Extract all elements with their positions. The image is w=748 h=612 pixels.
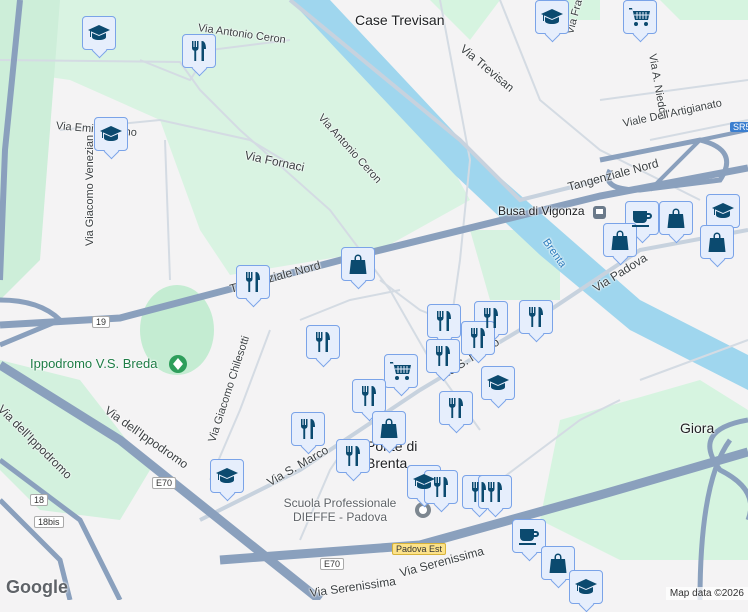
education-icon [99,122,123,146]
shopping-marker[interactable] [541,546,575,580]
restaurant-icon [429,475,453,499]
place-label: Case Trevisan [355,12,445,28]
restaurant-marker[interactable] [519,300,553,334]
road-shield: 18 [30,494,49,506]
google-logo: Google [6,577,68,597]
road-shield: E70 [320,558,345,570]
place-label: Busa di Vigonza [498,204,585,218]
street-label: Via Giacomo Venezian [84,134,96,246]
restaurant-marker[interactable] [426,339,460,373]
restaurant-icon [524,305,548,329]
shopping-icon [546,551,570,575]
restaurant-icon [444,396,468,420]
poi-label: Ippodromo V.S. Breda [30,356,158,371]
education-marker[interactable] [82,16,116,50]
cafe-marker[interactable] [512,519,546,553]
restaurant-icon [357,384,381,408]
restaurant-marker[interactable] [461,321,495,355]
restaurant-marker[interactable] [478,475,512,509]
restaurant-marker[interactable] [439,391,473,425]
restaurant-icon [311,330,335,354]
education-marker[interactable] [569,570,603,604]
education-icon [540,5,564,29]
restaurant-icon [187,39,211,63]
shopping-cart-icon [628,5,652,29]
education-icon [486,371,510,395]
shopping-cart-marker[interactable] [384,354,418,388]
restaurant-marker[interactable] [336,439,370,473]
shopping-marker[interactable] [659,201,693,235]
restaurant-icon [296,417,320,441]
restaurant-marker[interactable] [306,325,340,359]
shopping-icon [346,252,370,276]
shopping-icon [705,230,729,254]
education-marker[interactable] [210,459,244,493]
shopping-marker[interactable] [603,223,637,257]
restaurant-icon [483,480,507,504]
restaurant-icon [241,270,265,294]
shopping-marker[interactable] [372,411,406,445]
shopping-icon [608,228,632,252]
place-label: Giora [680,420,715,436]
education-icon [574,575,598,599]
road-shield: E70 [152,477,177,489]
restaurant-icon [341,444,365,468]
ippodromo-pin[interactable] [169,355,187,373]
restaurant-marker[interactable] [182,34,216,68]
restaurant-marker[interactable] [236,265,270,299]
shopping-icon [664,206,688,230]
restaurant-icon [432,309,456,333]
education-marker[interactable] [535,0,569,34]
shopping-cart-icon [389,359,413,383]
cafe-icon [517,524,541,548]
education-marker[interactable] [706,194,740,228]
station-icon [593,206,606,219]
exit-label: Padova Est [392,543,447,555]
education-marker[interactable] [481,366,515,400]
restaurant-marker[interactable] [291,412,325,446]
map-attribution[interactable]: Map data ©2026 [665,587,748,600]
shopping-marker[interactable] [341,247,375,281]
cafe-icon [630,206,654,230]
education-icon [711,199,735,223]
education-icon [215,464,239,488]
restaurant-marker[interactable] [427,304,461,338]
education-icon [87,21,111,45]
shopping-icon [377,416,401,440]
road-shield: SR5 [730,122,748,132]
shopping-marker[interactable] [700,225,734,259]
shopping-cart-marker[interactable] [623,0,657,34]
restaurant-marker[interactable] [424,470,458,504]
road-shield: 18bis [34,516,64,528]
poi-label: Scuola Professionale DIEFFE - Padova [283,496,397,524]
road-shield: 19 [92,316,111,328]
restaurant-marker[interactable] [352,379,386,413]
restaurant-icon [466,326,490,350]
restaurant-icon [431,344,455,368]
education-marker[interactable] [94,117,128,151]
